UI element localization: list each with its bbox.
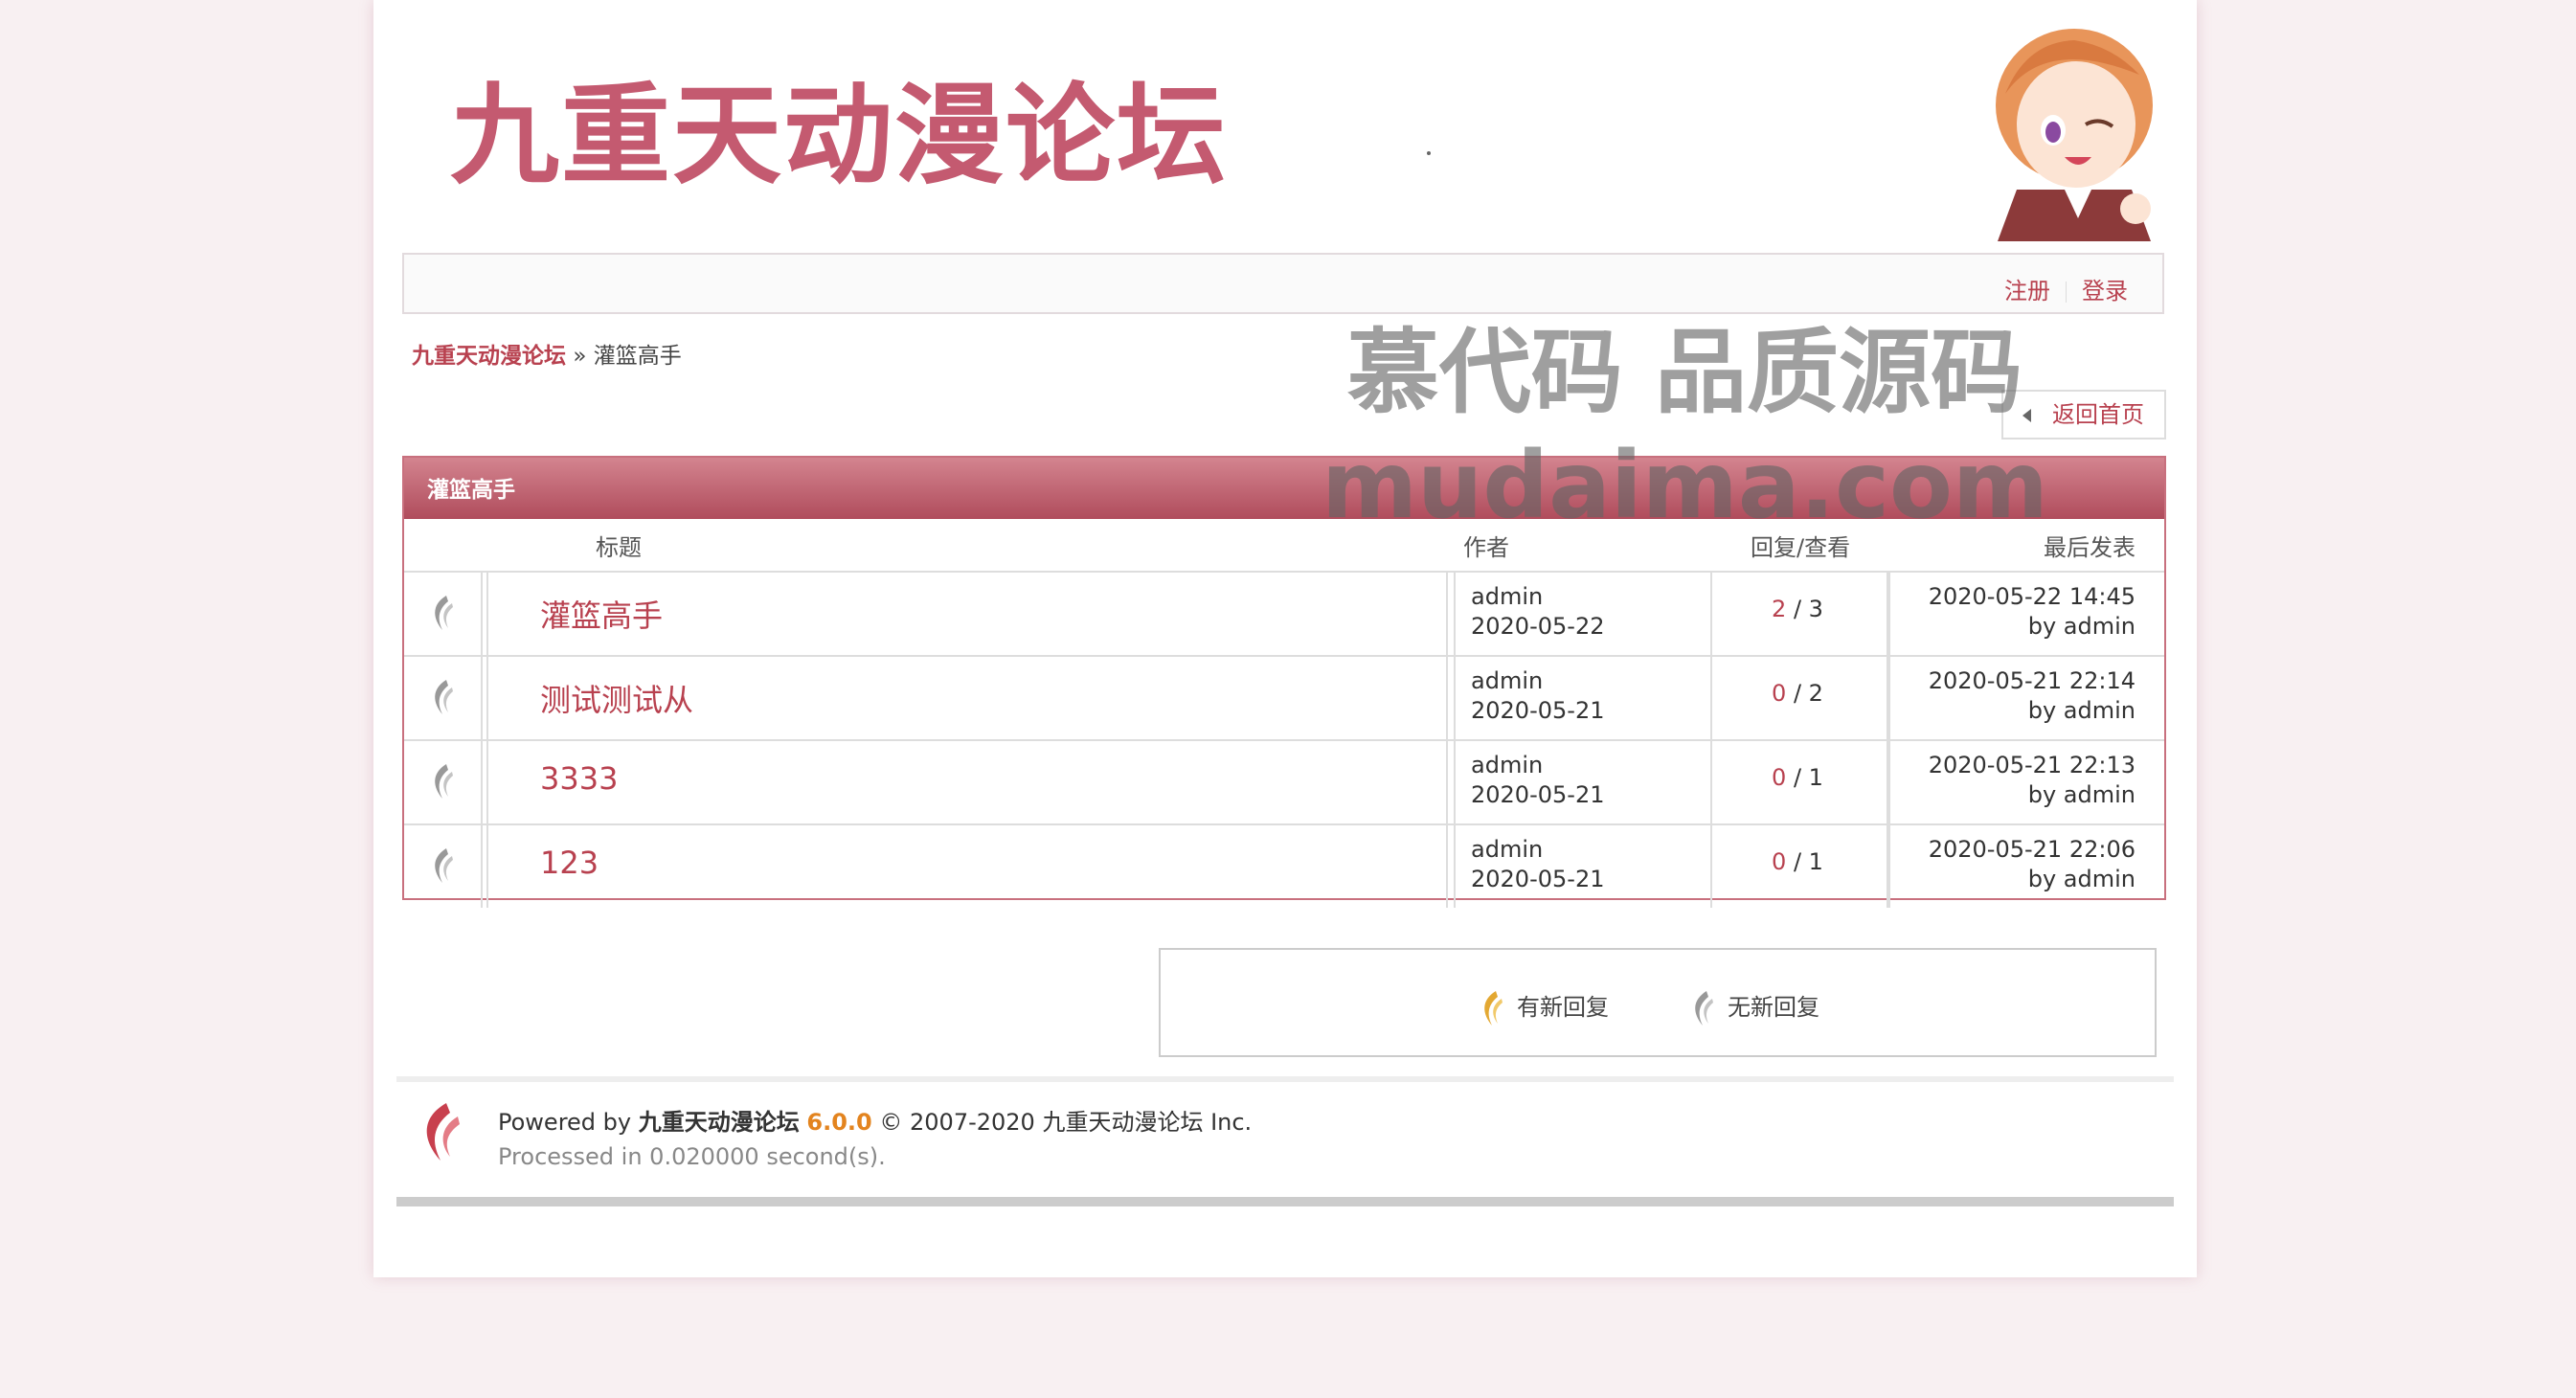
thread-author-link[interactable]: admin <box>1471 666 1604 696</box>
thread-title-cell: 灌篮高手 <box>486 573 1448 655</box>
last-post-by: by admin <box>2027 781 2135 808</box>
last-post-by: by admin <box>2027 866 2135 892</box>
decorative-dot <box>1427 151 1431 155</box>
flame-gray-icon <box>435 596 453 630</box>
back-home-label: 返回首页 <box>2052 401 2144 428</box>
thread-last-post-cell: 2020-05-21 22:06 by admin <box>1888 825 2164 908</box>
thread-row: 测试测试从 admin 2020-05-21 0 / 2 2020-05-21 22:1… <box>404 657 2164 741</box>
thread-title-link[interactable]: 123 <box>540 845 599 881</box>
flame-gray-icon <box>435 848 453 883</box>
footer-divider-top <box>396 1076 2174 1082</box>
last-post-time-link[interactable]: 2020-05-21 22:06 <box>1929 835 2135 865</box>
divider <box>2066 282 2067 303</box>
thread-list: 灌篮高手 admin 2020-05-22 2 / 3 2020-05-22 14:45… <box>404 573 2164 908</box>
flame-red-icon <box>426 1103 460 1161</box>
footer-powered-line: Powered by 九重天动漫论坛 6.0.0 © 2007-2020 九重天… <box>498 1105 1252 1139</box>
thread-last-post-cell: 2020-05-21 22:13 by admin <box>1888 741 2164 823</box>
thread-views: 2 <box>1808 680 1823 707</box>
footer-site-link[interactable]: 九重天动漫论坛 <box>639 1109 800 1136</box>
thread-title-cell: 测试测试从 <box>486 657 1448 739</box>
icon-legend: 有新回复 无新回复 <box>1159 948 2157 1057</box>
thread-last-post-cell: 2020-05-21 22:14 by admin <box>1888 657 2164 739</box>
thread-date: 2020-05-21 <box>1471 697 1605 724</box>
column-header-row: 标题 作者 回复/查看 最后发表 <box>404 519 2164 573</box>
thread-row: 123 admin 2020-05-21 0 / 1 2020-05-21 22:06 b… <box>404 825 2164 908</box>
col-title: 标题 <box>596 534 642 561</box>
legend-new-reply-label: 有新回复 <box>1517 994 1609 1021</box>
footer-processed-time: Processed in 0.020000 second(s). <box>498 1143 886 1170</box>
flame-gray-icon <box>1695 991 1713 1026</box>
thread-last-post-cell: 2020-05-22 14:45 by admin <box>1888 573 2164 655</box>
thread-replies: 0 <box>1772 764 1787 791</box>
col-replies-views: 回复/查看 <box>1751 534 1851 561</box>
thread-status-cell <box>404 573 483 655</box>
thread-author-cell: admin 2020-05-21 <box>1454 825 1712 908</box>
thread-row: 灌篮高手 admin 2020-05-22 2 / 3 2020-05-22 14:45… <box>404 573 2164 657</box>
arrow-left-icon <box>2022 409 2031 422</box>
last-post-time-link[interactable]: 2020-05-22 14:45 <box>1929 582 2135 612</box>
user-bar: 注册 登录 <box>402 253 2164 314</box>
thread-count-cell: 2 / 3 <box>1708 573 1888 655</box>
thread-status-cell <box>404 657 483 739</box>
powered-by-label: Powered by <box>498 1109 632 1136</box>
thread-status-cell <box>404 825 483 908</box>
thread-row: 3333 admin 2020-05-21 0 / 1 2020-05-21 22:13… <box>404 741 2164 825</box>
legend-no-new-reply: 无新回复 <box>1687 988 1819 1027</box>
thread-replies: 0 <box>1772 848 1787 875</box>
legend-new-reply: 有新回复 <box>1477 988 1609 1027</box>
thread-author-link[interactable]: admin <box>1471 582 1604 612</box>
thread-author-cell: admin 2020-05-21 <box>1454 657 1712 739</box>
board-title: 灌篮高手 <box>404 458 2164 519</box>
flame-gray-icon <box>435 764 453 799</box>
last-post-time-link[interactable]: 2020-05-21 22:13 <box>1929 751 2135 780</box>
mascot-avatar-image <box>1996 29 2153 241</box>
thread-title-link[interactable]: 测试测试从 <box>540 676 693 720</box>
footer-divider-bottom <box>396 1197 2174 1206</box>
flame-gray-icon <box>435 680 453 714</box>
thread-views: 1 <box>1808 848 1823 875</box>
thread-author-link[interactable]: admin <box>1471 751 1604 780</box>
footer-text: Powered by 九重天动漫论坛 6.0.0 © 2007-2020 九重天… <box>498 1105 1252 1174</box>
last-post-by: by admin <box>2027 613 2135 640</box>
thread-views: 1 <box>1808 764 1823 791</box>
thread-author-cell: admin 2020-05-22 <box>1454 573 1712 655</box>
thread-table: 灌篮高手 标题 作者 回复/查看 最后发表 灌篮高手 admin 2020-05-2… <box>402 456 2166 908</box>
thread-author-link[interactable]: admin <box>1471 835 1604 865</box>
watermark-line1: 慕代码 品质源码 <box>1346 319 2023 426</box>
breadcrumb-home-link[interactable]: 九重天动漫论坛 <box>412 344 566 369</box>
col-last-post: 最后发表 <box>2044 534 2135 561</box>
flame-gold-icon <box>1484 991 1503 1026</box>
back-home-button[interactable]: 返回首页 <box>2001 390 2166 440</box>
footer-version: 6.0.0 <box>806 1109 872 1136</box>
footer-copyright: © 2007-2020 九重天动漫论坛 Inc. <box>879 1109 1253 1136</box>
breadcrumb: 九重天动漫论坛 » 灌篮高手 <box>412 337 682 370</box>
site-logo[interactable]: 九重天动漫论坛 <box>450 69 1228 203</box>
thread-count-cell: 0 / 1 <box>1708 741 1888 823</box>
thread-title-cell: 123 <box>486 825 1448 908</box>
thread-replies: 2 <box>1772 596 1787 622</box>
breadcrumb-separator: » <box>573 344 587 369</box>
thread-date: 2020-05-21 <box>1471 781 1605 808</box>
page-container: 九重天动漫论坛 注册 登录 九重天动漫论坛 » 灌篮高手 返回首页 灌篮高手 标题… <box>373 0 2197 1277</box>
thread-title-link[interactable]: 灌篮高手 <box>540 592 663 636</box>
thread-count-cell: 0 / 1 <box>1708 825 1888 908</box>
thread-title-link[interactable]: 3333 <box>540 760 618 797</box>
thread-author-cell: admin 2020-05-21 <box>1454 741 1712 823</box>
register-link[interactable]: 注册 <box>2004 278 2050 304</box>
thread-date: 2020-05-21 <box>1471 866 1605 892</box>
breadcrumb-current: 灌篮高手 <box>593 344 682 369</box>
thread-replies: 0 <box>1772 680 1787 707</box>
auth-links: 注册 登录 <box>2004 272 2128 305</box>
legend-no-new-reply-label: 无新回复 <box>1728 994 1819 1021</box>
thread-title-cell: 3333 <box>486 741 1448 823</box>
thread-views: 3 <box>1808 596 1823 622</box>
col-author: 作者 <box>1463 534 1509 561</box>
login-link[interactable]: 登录 <box>2082 278 2128 304</box>
thread-date: 2020-05-22 <box>1471 613 1605 640</box>
thread-count-cell: 0 / 2 <box>1708 657 1888 739</box>
last-post-by: by admin <box>2027 697 2135 724</box>
thread-status-cell <box>404 741 483 823</box>
last-post-time-link[interactable]: 2020-05-21 22:14 <box>1929 666 2135 696</box>
